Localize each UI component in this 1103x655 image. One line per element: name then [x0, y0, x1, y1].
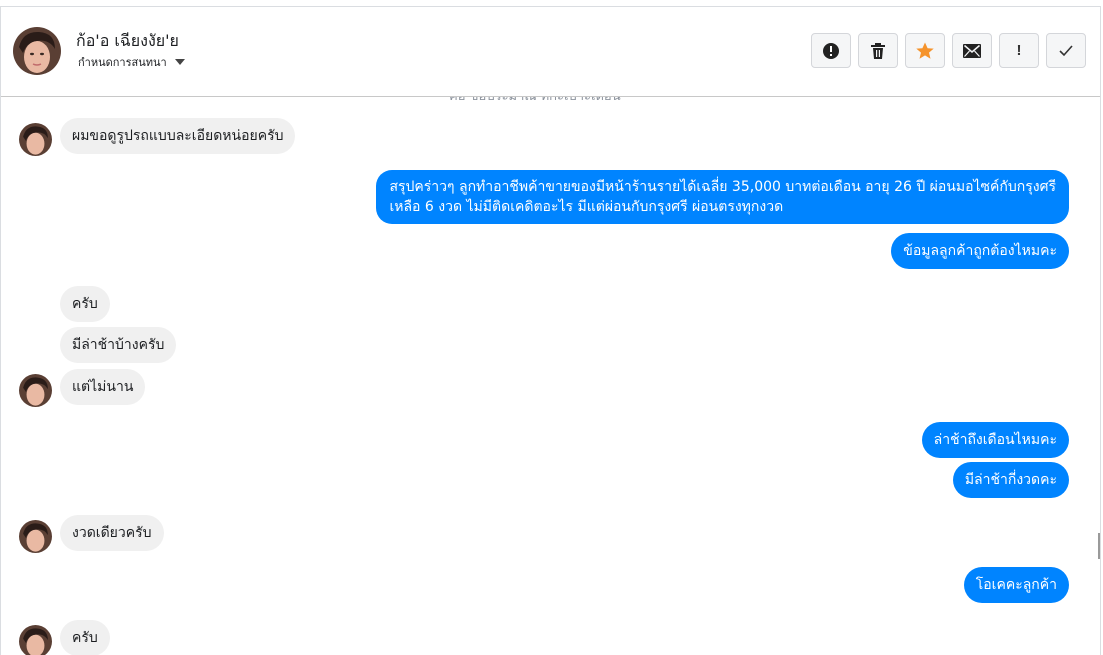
contact-avatar[interactable]	[13, 27, 61, 75]
customer-avatar[interactable]	[19, 123, 52, 156]
message-outgoing: โอเคคะลูกค้า	[963, 567, 1069, 603]
star-button[interactable]	[905, 33, 945, 68]
message-bubble[interactable]: ข้อมูลลูกค้าถูกต้องไหมคะ	[891, 233, 1069, 269]
envelope-icon	[963, 43, 981, 58]
star-icon	[916, 42, 934, 59]
message-line: เหลือ 6 งวด ไม่มีติดเคดิตอะไร มีแต่ผ่อนก…	[389, 199, 784, 215]
contact-name: ก้อ'อ เฉียงงัย'ย	[76, 31, 179, 50]
message-incoming: ครับ	[60, 620, 110, 655]
follow-up-button[interactable]: !	[999, 33, 1039, 68]
customer-avatar[interactable]	[19, 520, 52, 553]
message-bubble[interactable]: ครับ	[60, 286, 110, 322]
conversation-header: ก้อ'อ เฉียงงัย'ย กำหนดการสนทนา !	[1, 7, 1100, 97]
message-bubble[interactable]: มีล่าช้ากี่งวดคะ	[952, 462, 1069, 498]
message-outgoing: สรุปคร่าวๆ ลูกทำอาชีพค้าขายของมีหน้าร้าน…	[376, 170, 1069, 224]
assign-conversation-dropdown[interactable]: กำหนดการสนทนา	[78, 53, 185, 71]
check-icon	[1059, 44, 1073, 56]
delete-button[interactable]	[858, 33, 898, 68]
message-bubble[interactable]: มีล่าช้าบ้างครับ	[60, 327, 177, 363]
message-bubble[interactable]: ครับ	[60, 620, 110, 655]
mark-unread-button[interactable]	[952, 33, 992, 68]
conversation-panel: ก้อ'อ เฉียงงัย'ย กำหนดการสนทนา ! ค่อ ขอป…	[0, 6, 1101, 655]
alert-circle-icon	[823, 42, 839, 59]
message-outgoing: ข้อมูลลูกค้าถูกต้องไหมคะ	[891, 233, 1069, 269]
message-thread[interactable]: ค่อ ขอประมาณ ทกะเบาะเดือน ผมขอดูรูปรถแบบ…	[1, 96, 1100, 655]
message-outgoing: ล่าช้าถึงเดือนไหมคะ	[921, 422, 1069, 458]
message-outgoing: มีล่าช้ากี่งวดคะ	[952, 462, 1069, 498]
caret-down-icon	[174, 59, 185, 65]
message-bubble[interactable]: สรุปคร่าวๆ ลูกทำอาชีพค้าขายของมีหน้าร้าน…	[376, 170, 1069, 224]
trash-icon	[871, 42, 885, 59]
message-incoming: แต่ไม่นาน	[60, 369, 146, 405]
scrollbar-thumb[interactable]	[1098, 533, 1100, 559]
message-line: สรุปคร่าวๆ ลูกทำอาชีพค้าขายของมีหน้าร้าน…	[389, 179, 1056, 195]
message-incoming: มีล่าช้าบ้างครับ	[60, 327, 177, 363]
message-bubble[interactable]: ผมขอดูรูปรถแบบละเอียดหน่อยครับ	[60, 118, 296, 154]
customer-avatar[interactable]	[19, 625, 52, 655]
message-incoming: ครับ	[60, 286, 110, 322]
message-incoming: ผมขอดูรูปรถแบบละเอียดหน่อยครับ	[60, 118, 296, 154]
message-bubble[interactable]: โอเคคะลูกค้า	[963, 567, 1069, 603]
exclamation-icon: !	[1016, 42, 1022, 59]
message-bubble[interactable]: งวดเดียวครับ	[60, 515, 164, 551]
message-bubble[interactable]: ล่าช้าถึงเดือนไหมคะ	[921, 422, 1069, 458]
mark-done-button[interactable]	[1046, 33, 1086, 68]
message-bubble[interactable]: แต่ไม่นาน	[60, 369, 146, 405]
mark-spam-button[interactable]	[811, 33, 851, 68]
customer-avatar[interactable]	[19, 374, 52, 407]
message-incoming: งวดเดียวครับ	[60, 515, 164, 551]
conversation-toolbar: !	[811, 33, 1086, 68]
truncated-message-text: ค่อ ขอประมาณ ทกะเบาะเดือน	[449, 96, 621, 104]
assign-label: กำหนดการสนทนา	[78, 56, 167, 69]
